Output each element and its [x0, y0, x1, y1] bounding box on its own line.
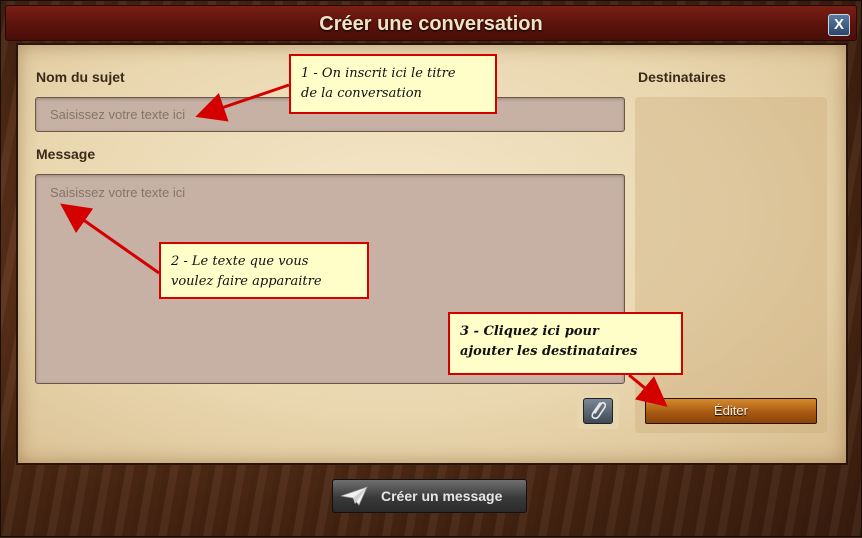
annotation-3-line2: ajouter les destinataires: [460, 344, 638, 359]
arrow-1: [195, 83, 290, 122]
annotation-1-line2: de la conversation: [301, 86, 422, 101]
annotation-1: 1 - On inscrit ici le titre de la conver…: [289, 54, 497, 114]
arrow-3: [628, 373, 668, 407]
arrow-2: [60, 203, 160, 275]
dialog-window: Créer une conversation X Nom du sujet Sa…: [0, 0, 862, 537]
annotation-2-line2: voulez faire apparaitre: [171, 274, 322, 289]
annotation-3: 3 - Cliquez ici pour ajouter les destina…: [448, 312, 683, 375]
annotation-3-line1: 3 - Cliquez ici pour: [460, 324, 599, 339]
annotation-2-line1: 2 - Le texte que vous: [171, 254, 309, 269]
annotation-1-line1: 1 - On inscrit ici le titre: [301, 66, 456, 81]
annotation-2: 2 - Le texte que vous voulez faire appar…: [159, 242, 369, 299]
